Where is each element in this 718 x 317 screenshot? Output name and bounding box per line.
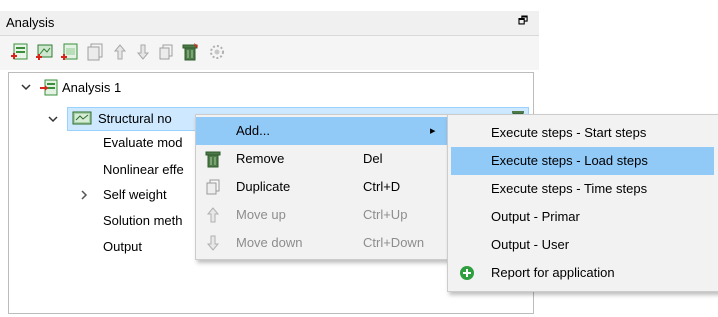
submenu-item-start-steps[interactable]: Execute steps - Start steps <box>451 119 714 147</box>
duplicate-icon[interactable] <box>156 42 176 62</box>
submenu-item-label: Execute steps - Load steps <box>491 153 648 168</box>
submenu-item-time-steps[interactable]: Execute steps - Time steps <box>451 175 714 203</box>
duplicate-icon <box>206 179 220 195</box>
submenu-item-label: Execute steps - Start steps <box>491 125 647 140</box>
submenu-item-label: Report for application <box>491 265 615 280</box>
delete-icon <box>205 151 221 168</box>
move-up-icon <box>206 207 220 223</box>
tree-item-analysis-1[interactable]: Analysis 1 <box>62 76 121 100</box>
add-circle-icon <box>460 266 474 280</box>
submenu-item-output-primar[interactable]: Output - Primar <box>451 203 714 231</box>
submenu-item-output-user[interactable]: Output - User <box>451 231 714 259</box>
menu-item-move-down[interactable]: Move down Ctrl+Down <box>196 229 449 257</box>
panel-titlebar: Analysis 🗗 <box>0 11 539 36</box>
submenu-item-load-steps[interactable]: Execute steps - Load steps <box>451 147 714 175</box>
submenu-item-report[interactable]: Report for application <box>451 259 714 287</box>
structural-analysis-icon <box>72 111 92 125</box>
tree-item-structural[interactable]: Structural no <box>98 107 172 131</box>
menu-item-label: Add... <box>236 123 270 138</box>
copy-analysis-icon[interactable] <box>85 42 105 62</box>
context-menu: Add... ▸ Remove Del Duplicate Ctrl+D Mov… <box>195 114 450 260</box>
add-step-icon[interactable] <box>60 42 80 62</box>
submenu-arrow-icon: ▸ <box>430 125 436 137</box>
tree-item-solution[interactable]: Solution meth <box>103 209 183 233</box>
tree-item-evaluate[interactable]: Evaluate mod <box>103 131 183 155</box>
move-up-icon[interactable] <box>110 42 130 62</box>
submenu-item-label: Output - User <box>491 237 570 252</box>
menu-item-remove[interactable]: Remove Del <box>196 145 449 173</box>
toolbar <box>0 36 539 70</box>
chevron-down-icon[interactable] <box>48 114 58 124</box>
menu-item-add[interactable]: Add... ▸ <box>196 117 449 145</box>
tree-item-self-weight[interactable]: Self weight <box>103 183 167 207</box>
menu-item-duplicate[interactable]: Duplicate Ctrl+D <box>196 173 449 201</box>
chevron-down-icon[interactable] <box>21 82 31 92</box>
menu-shortcut: Ctrl+Down <box>363 235 425 250</box>
menu-shortcut: Ctrl+Up <box>363 207 408 222</box>
float-window-icon[interactable]: 🗗 <box>517 15 529 27</box>
chevron-right-icon[interactable] <box>79 190 89 200</box>
analysis-icon <box>40 79 58 96</box>
menu-item-label: Move down <box>236 235 303 250</box>
add-submenu: Execute steps - Start steps Execute step… <box>447 114 718 292</box>
menu-item-label: Move up <box>236 207 286 222</box>
menu-shortcut: Ctrl+D <box>363 179 401 194</box>
panel-title: Analysis <box>6 15 55 30</box>
settings-icon[interactable] <box>207 42 227 62</box>
add-structural-analysis-icon[interactable] <box>35 42 55 62</box>
delete-icon[interactable] <box>180 42 200 62</box>
submenu-item-label: Execute steps - Time steps <box>491 181 648 196</box>
tree-item-output[interactable]: Output <box>103 235 142 259</box>
submenu-item-label: Output - Primar <box>491 209 580 224</box>
menu-item-label: Remove <box>236 151 285 166</box>
move-down-icon[interactable] <box>133 42 153 62</box>
tree-item-nonlinear[interactable]: Nonlinear effe <box>103 158 184 182</box>
menu-shortcut: Del <box>363 151 383 166</box>
menu-item-move-up[interactable]: Move up Ctrl+Up <box>196 201 449 229</box>
add-analysis-icon[interactable] <box>10 42 30 62</box>
menu-item-label: Duplicate <box>236 179 291 194</box>
move-down-icon <box>206 235 220 251</box>
